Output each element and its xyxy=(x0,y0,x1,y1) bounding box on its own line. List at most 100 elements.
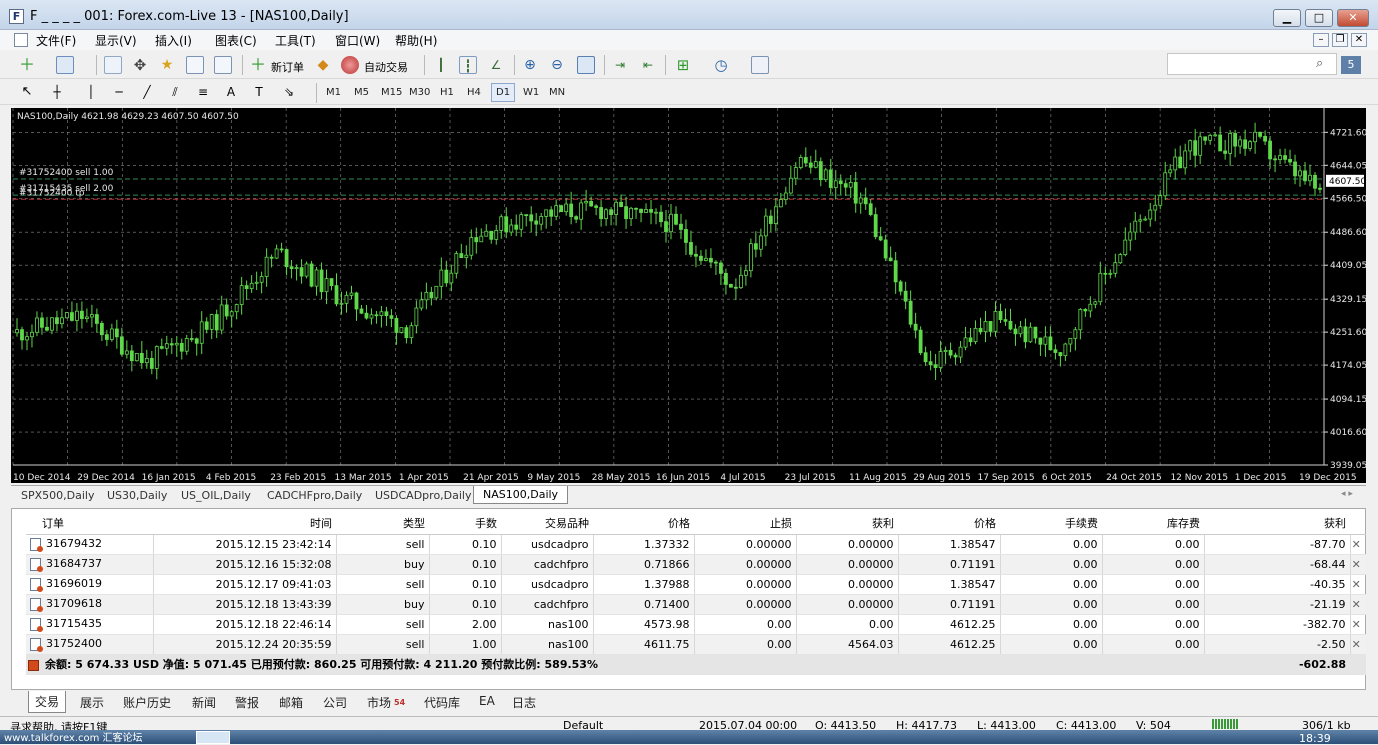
table-row[interactable]: 31679432 2015.12.15 23:42:14 sell 0.10 usdca… xyxy=(26,534,1366,555)
mdi-close-button[interactable]: ✕ xyxy=(1351,33,1367,47)
column-header[interactable]: 手续费 xyxy=(1000,512,1102,535)
strategy-tester-icon[interactable] xyxy=(214,56,232,74)
auto-trading-button[interactable]: 自动交易 xyxy=(364,59,408,75)
table-row[interactable]: 31709618 2015.12.18 13:43:39 buy 0.10 cadchf… xyxy=(26,594,1366,615)
chart-tab-cadchfpro[interactable]: CADCHFpro,Daily xyxy=(267,489,362,502)
zoom-in-icon[interactable]: ⊕ xyxy=(521,56,539,74)
cursor-icon[interactable]: ↖ xyxy=(18,83,36,101)
chart-tab-us-oil[interactable]: US_OIL,Daily xyxy=(181,489,251,502)
metaeditor-icon[interactable]: ◆ xyxy=(314,56,332,74)
new-order-button[interactable]: 新订单 xyxy=(271,59,304,75)
price-chart[interactable]: #31752400 sell 1.00#31715435 sell 2.00#3… xyxy=(11,108,1366,483)
column-header[interactable]: 价格 xyxy=(593,512,694,535)
table-row[interactable]: 31752400 2015.12.24 20:35:59 sell 1.00 nas10… xyxy=(26,634,1366,655)
vertical-line-icon[interactable]: │ xyxy=(82,83,100,101)
taskbar-app-icon[interactable] xyxy=(196,731,230,744)
maximize-button[interactable]: □ xyxy=(1305,9,1333,27)
auto-trading-icon[interactable] xyxy=(341,56,359,74)
menu-view[interactable]: 显示(V) xyxy=(95,32,137,49)
close-order-icon[interactable]: ✕ xyxy=(1350,634,1366,655)
tab-code-base[interactable]: 代码库 xyxy=(424,694,460,711)
menu-charts[interactable]: 图表(C) xyxy=(215,32,257,49)
timeframe-m15[interactable]: M15 xyxy=(381,87,402,98)
equidistant-channel-icon[interactable]: ⫽ xyxy=(166,83,184,101)
tab-journal[interactable]: 日志 xyxy=(512,694,536,711)
crosshair-tool-icon[interactable]: ┼ xyxy=(48,83,66,101)
table-row[interactable]: 31696019 2015.12.17 09:41:03 sell 0.10 usdca… xyxy=(26,574,1366,595)
crosshair-icon[interactable]: ✥ xyxy=(131,56,149,74)
menu-help[interactable]: 帮助(H) xyxy=(395,32,437,49)
autoscroll-icon[interactable]: ⇥ xyxy=(611,56,629,74)
column-header[interactable]: 交易品种 xyxy=(501,512,593,535)
close-order-icon[interactable]: ✕ xyxy=(1350,534,1366,555)
periods-icon[interactable]: ◷ xyxy=(712,56,730,74)
column-header[interactable]: 手数 xyxy=(429,512,501,535)
close-order-icon[interactable]: ✕ xyxy=(1350,574,1366,595)
tab-alerts[interactable]: 警报 xyxy=(235,694,259,711)
minimize-button[interactable]: ▁ xyxy=(1273,9,1301,27)
column-header[interactable]: 类型 xyxy=(336,512,429,535)
tab-scroll-icon[interactable]: ◂ ▸ xyxy=(1341,489,1353,499)
timeframe-m5[interactable]: M5 xyxy=(354,87,369,98)
tab-exposure[interactable]: 展示 xyxy=(80,694,104,711)
menu-tools[interactable]: 工具(T) xyxy=(275,32,316,49)
text-icon[interactable]: A xyxy=(222,83,240,101)
indicators-icon[interactable]: ⊞ xyxy=(674,56,692,74)
new-order-icon[interactable]: ＋ xyxy=(249,56,267,74)
market-watch-icon[interactable] xyxy=(104,56,122,74)
chart-tab-spx500[interactable]: SPX500,Daily xyxy=(21,489,94,502)
navigator-icon[interactable]: ★ xyxy=(158,56,176,74)
close-order-icon[interactable]: ✕ xyxy=(1350,614,1366,635)
tab-market[interactable]: 市场 xyxy=(367,694,391,711)
chart-shift-icon[interactable]: ⇤ xyxy=(639,56,657,74)
tab-trade[interactable]: 交易 xyxy=(28,691,67,713)
bar-chart-icon[interactable]: ┃ xyxy=(432,56,450,74)
tab-mailbox[interactable]: 邮箱 xyxy=(279,694,303,711)
menu-window[interactable]: 窗口(W) xyxy=(335,32,380,49)
chart-tab-nas100[interactable]: NAS100,Daily xyxy=(473,486,569,504)
zoom-out-icon[interactable]: ⊖ xyxy=(548,56,566,74)
tab-news[interactable]: 新闻 xyxy=(192,694,216,711)
line-chart-icon[interactable]: ∠ xyxy=(487,56,505,74)
timeframe-h1[interactable]: H1 xyxy=(440,87,454,98)
candlestick-icon[interactable]: ┇ xyxy=(459,56,477,74)
menu-file[interactable]: 文件(F) xyxy=(36,32,76,49)
search-input[interactable] xyxy=(1167,53,1337,75)
column-header[interactable]: 止损 xyxy=(694,512,796,535)
chart-tab-usdcadpro[interactable]: USDCADpro,Daily xyxy=(375,489,472,502)
menu-insert[interactable]: 插入(I) xyxy=(155,32,192,49)
templates-icon[interactable] xyxy=(751,56,769,74)
table-row[interactable]: 31684737 2015.12.16 15:32:08 buy 0.10 cadchf… xyxy=(26,554,1366,575)
table-row[interactable]: 31715435 2015.12.18 22:46:14 sell 2.00 nas10… xyxy=(26,614,1366,635)
timeframe-m1[interactable]: M1 xyxy=(326,87,341,98)
timeframe-d1[interactable]: D1 xyxy=(491,83,516,102)
tile-windows-icon[interactable] xyxy=(577,56,595,74)
mdi-minimize-button[interactable]: – xyxy=(1313,33,1329,47)
fibonacci-icon[interactable]: ≡ xyxy=(194,83,212,101)
tab-company[interactable]: 公司 xyxy=(323,694,347,711)
search-icon[interactable]: ⌕ xyxy=(1316,56,1323,71)
mdi-restore-button[interactable]: ❐ xyxy=(1332,33,1348,47)
close-order-icon[interactable]: ✕ xyxy=(1350,594,1366,615)
timeframe-m30[interactable]: M30 xyxy=(409,87,430,98)
column-header[interactable]: 获利 xyxy=(1204,512,1350,535)
terminal-icon[interactable] xyxy=(186,56,204,74)
timeframe-mn[interactable]: MN xyxy=(549,87,565,98)
arrows-icon[interactable]: ⇘ xyxy=(280,83,298,101)
profiles-icon[interactable] xyxy=(56,56,74,74)
column-header[interactable]: 获利 xyxy=(796,512,898,535)
tab-experts[interactable]: EA xyxy=(479,694,495,708)
close-button[interactable]: ✕ xyxy=(1337,9,1369,27)
column-header[interactable]: 订单 xyxy=(26,512,153,535)
community-icon[interactable]: 5 xyxy=(1341,56,1361,74)
horizontal-line-icon[interactable]: ─ xyxy=(110,83,128,101)
column-header[interactable]: 库存费 xyxy=(1102,512,1204,535)
column-header[interactable]: 时间 xyxy=(153,512,336,535)
trendline-icon[interactable]: ╱ xyxy=(138,83,156,101)
close-order-icon[interactable]: ✕ xyxy=(1350,554,1366,575)
timeframe-w1[interactable]: W1 xyxy=(523,87,539,98)
column-header[interactable]: 价格 xyxy=(898,512,1000,535)
new-chart-icon[interactable]: ＋ xyxy=(18,56,36,74)
text-label-icon[interactable]: T xyxy=(250,83,268,101)
tab-account-history[interactable]: 账户历史 xyxy=(123,694,171,711)
